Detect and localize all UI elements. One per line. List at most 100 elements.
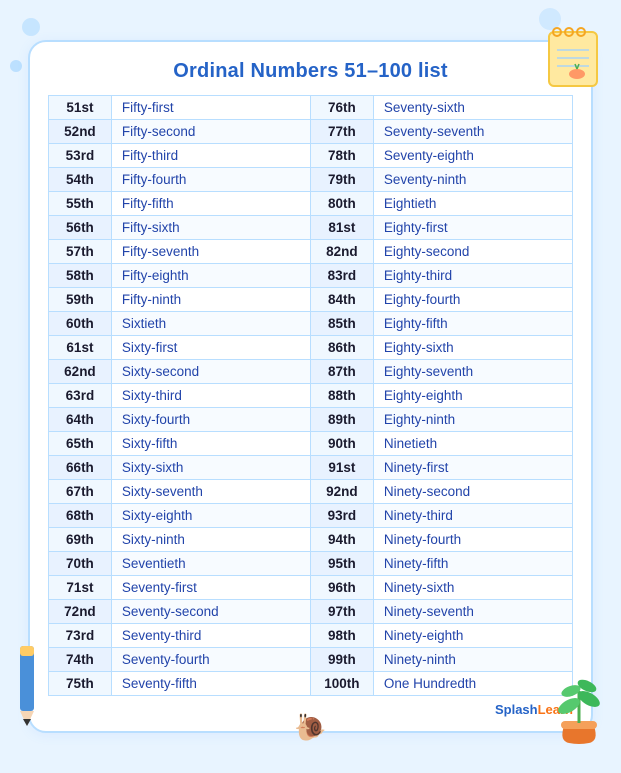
table-row: 59thFifty-ninth84thEighty-fourth xyxy=(49,288,573,312)
ordinal-word-left: Seventy-fourth xyxy=(111,648,310,672)
ordinal-number-right: 87th xyxy=(310,360,373,384)
table-row: 51stFifty-first76thSeventy-sixth xyxy=(49,96,573,120)
table-row: 60thSixtieth85thEighty-fifth xyxy=(49,312,573,336)
ordinal-word-right: Ninety-eighth xyxy=(373,624,572,648)
ordinal-number-right: 89th xyxy=(310,408,373,432)
ordinal-number-left: 55th xyxy=(49,192,112,216)
ordinal-number-right: 99th xyxy=(310,648,373,672)
ordinal-word-right: Seventy-seventh xyxy=(373,120,572,144)
table-row: 57thFifty-seventh82ndEighty-second xyxy=(49,240,573,264)
ordinal-word-right: Eighty-third xyxy=(373,264,572,288)
ordinal-number-left: 62nd xyxy=(49,360,112,384)
ordinal-number-right: 86th xyxy=(310,336,373,360)
ordinal-number-left: 57th xyxy=(49,240,112,264)
brand-splash: Splash xyxy=(495,702,538,717)
ordinal-word-right: Ninety-third xyxy=(373,504,572,528)
ordinal-word-right: Ninety-fourth xyxy=(373,528,572,552)
ordinal-word-left: Seventy-second xyxy=(111,600,310,624)
ordinal-word-right: Eighty-seventh xyxy=(373,360,572,384)
ordinal-word-left: Sixtieth xyxy=(111,312,310,336)
ordinal-number-left: 52nd xyxy=(49,120,112,144)
table-row: 53rdFifty-third78thSeventy-eighth xyxy=(49,144,573,168)
ordinal-number-left: 65th xyxy=(49,432,112,456)
ordinal-number-left: 68th xyxy=(49,504,112,528)
ordinal-number-left: 70th xyxy=(49,552,112,576)
ordinal-number-left: 67th xyxy=(49,480,112,504)
table-row: 67thSixty-seventh92ndNinety-second xyxy=(49,480,573,504)
ordinal-word-left: Fifty-sixth xyxy=(111,216,310,240)
ordinal-number-right: 85th xyxy=(310,312,373,336)
ordinal-number-right: 94th xyxy=(310,528,373,552)
ordinal-word-left: Sixty-third xyxy=(111,384,310,408)
ordinal-number-left: 54th xyxy=(49,168,112,192)
ordinal-numbers-table: 51stFifty-first76thSeventy-sixth52ndFift… xyxy=(48,95,573,696)
table-row: 64thSixty-fourth89thEighty-ninth xyxy=(49,408,573,432)
ordinal-number-right: 76th xyxy=(310,96,373,120)
ordinal-word-left: Fifty-first xyxy=(111,96,310,120)
notebook-decoration xyxy=(539,24,607,92)
ordinal-word-right: Eighty-ninth xyxy=(373,408,572,432)
ordinal-number-left: 53rd xyxy=(49,144,112,168)
table-row: 65thSixty-fifth90thNinetieth xyxy=(49,432,573,456)
ordinal-number-left: 66th xyxy=(49,456,112,480)
table-row: 70thSeventieth95thNinety-fifth xyxy=(49,552,573,576)
ordinal-number-left: 60th xyxy=(49,312,112,336)
ordinal-word-right: Eighty-second xyxy=(373,240,572,264)
ordinal-number-left: 74th xyxy=(49,648,112,672)
ordinal-word-left: Fifty-seventh xyxy=(111,240,310,264)
ordinal-word-left: Sixty-fifth xyxy=(111,432,310,456)
ordinal-number-left: 69th xyxy=(49,528,112,552)
ordinal-word-right: Ninety-ninth xyxy=(373,648,572,672)
table-row: 54thFifty-fourth79thSeventy-ninth xyxy=(49,168,573,192)
table-row: 73rdSeventy-third98thNinety-eighth xyxy=(49,624,573,648)
ordinal-number-right: 98th xyxy=(310,624,373,648)
ordinal-word-right: Seventy-ninth xyxy=(373,168,572,192)
ordinal-word-right: Ninety-fifth xyxy=(373,552,572,576)
ordinal-number-left: 72nd xyxy=(49,600,112,624)
table-row: 75thSeventy-fifth100thOne Hundredth xyxy=(49,672,573,696)
ordinal-number-right: 77th xyxy=(310,120,373,144)
ordinal-number-left: 71st xyxy=(49,576,112,600)
ordinal-word-left: Seventy-fifth xyxy=(111,672,310,696)
table-row: 58thFifty-eighth83rdEighty-third xyxy=(49,264,573,288)
ordinal-number-right: 90th xyxy=(310,432,373,456)
ordinal-number-left: 73rd xyxy=(49,624,112,648)
ordinal-word-left: Fifty-ninth xyxy=(111,288,310,312)
table-row: 71stSeventy-first96thNinety-sixth xyxy=(49,576,573,600)
ordinal-number-right: 79th xyxy=(310,168,373,192)
ordinal-word-left: Seventy-first xyxy=(111,576,310,600)
page-title: Ordinal Numbers 51–100 list xyxy=(48,60,573,83)
ordinal-word-right: Seventy-eighth xyxy=(373,144,572,168)
ordinal-number-left: 61st xyxy=(49,336,112,360)
ordinal-number-right: 82nd xyxy=(310,240,373,264)
ordinal-word-right: Ninety-second xyxy=(373,480,572,504)
ordinal-word-right: One Hundredth xyxy=(373,672,572,696)
table-row: 66thSixty-sixth91stNinety-first xyxy=(49,456,573,480)
ordinal-number-left: 59th xyxy=(49,288,112,312)
pencil-decoration xyxy=(12,641,42,721)
ordinal-word-right: Eighty-eighth xyxy=(373,384,572,408)
ordinal-word-left: Sixty-first xyxy=(111,336,310,360)
ordinal-number-right: 95th xyxy=(310,552,373,576)
ordinal-word-left: Sixty-ninth xyxy=(111,528,310,552)
ordinal-word-right: Eighty-fourth xyxy=(373,288,572,312)
ordinal-word-left: Fifty-eighth xyxy=(111,264,310,288)
ordinal-word-left: Fifty-fifth xyxy=(111,192,310,216)
table-row: 72ndSeventy-second97thNinety-seventh xyxy=(49,600,573,624)
ordinal-number-right: 78th xyxy=(310,144,373,168)
main-card: Ordinal Numbers 51–100 list 51stFifty-fi… xyxy=(28,40,593,733)
ordinal-number-right: 81st xyxy=(310,216,373,240)
ordinal-number-right: 80th xyxy=(310,192,373,216)
ordinal-word-left: Fifty-fourth xyxy=(111,168,310,192)
ordinal-word-left: Seventy-third xyxy=(111,624,310,648)
ordinal-word-left: Fifty-third xyxy=(111,144,310,168)
table-row: 61stSixty-first86thEighty-sixth xyxy=(49,336,573,360)
ordinal-number-left: 75th xyxy=(49,672,112,696)
ordinal-word-right: Eighty-fifth xyxy=(373,312,572,336)
ordinal-word-left: Sixty-eighth xyxy=(111,504,310,528)
ordinal-word-left: Fifty-second xyxy=(111,120,310,144)
ordinal-word-left: Sixty-fourth xyxy=(111,408,310,432)
ordinal-number-right: 93rd xyxy=(310,504,373,528)
ordinal-word-right: Ninety-seventh xyxy=(373,600,572,624)
ordinal-number-right: 88th xyxy=(310,384,373,408)
